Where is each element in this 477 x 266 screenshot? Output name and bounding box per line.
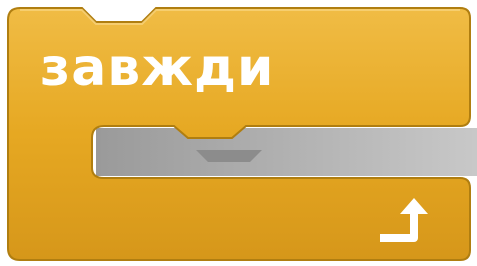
block-label: завжди (40, 38, 275, 98)
scratch-block-canvas: завжди (0, 0, 477, 266)
c-mouth-slot (96, 128, 477, 176)
